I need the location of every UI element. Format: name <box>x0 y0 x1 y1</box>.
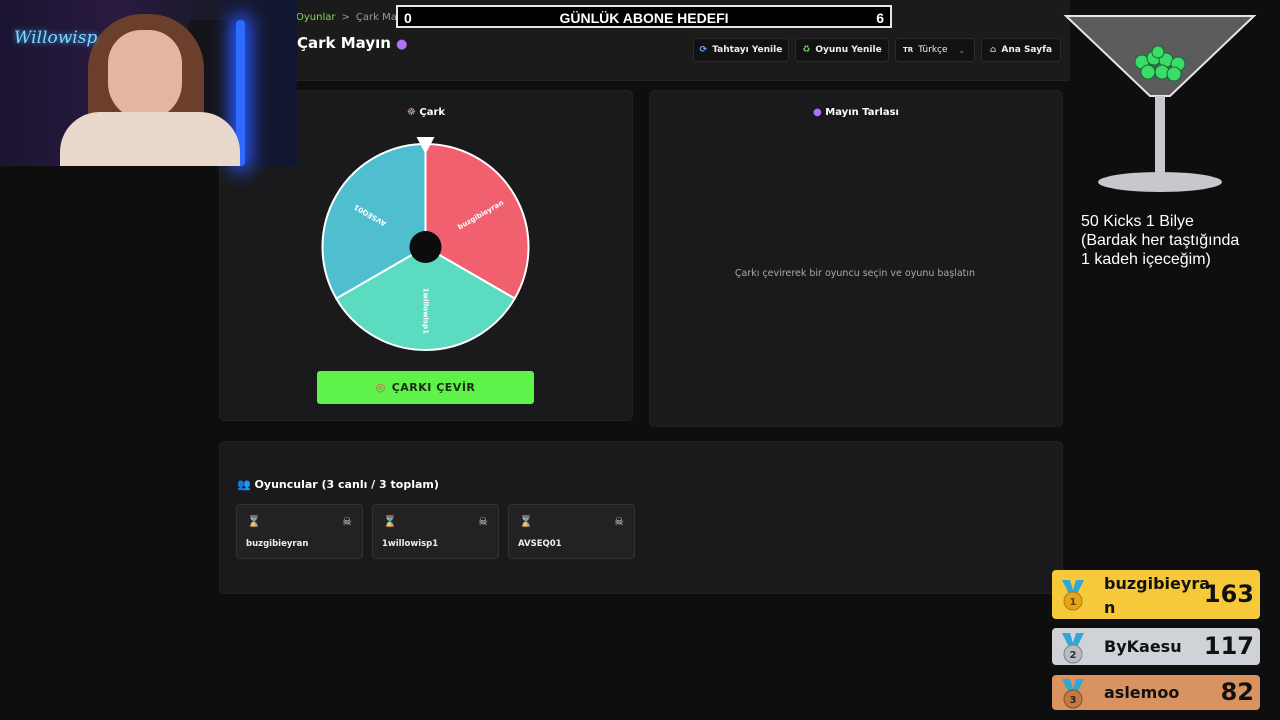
page-title-text: Çark Mayın <box>297 34 391 52</box>
refresh-board-label: Tahtayı Yenile <box>712 45 783 55</box>
recycle-icon: ♻ <box>802 45 811 55</box>
spin-wheel[interactable]: buzgibieyran1willowisp1AVSEQ01 <box>317 135 534 357</box>
hourglass-icon: ⌛ <box>519 515 533 528</box>
players-title: 👥 Oyuncular (3 canlı / 3 toplam) <box>237 478 439 491</box>
skull-icon: ☠ <box>478 515 488 528</box>
kicks-info-line: (Bardak her taştığında <box>1081 232 1240 249</box>
player-name: buzgibieyran <box>246 539 309 549</box>
home-button[interactable]: ⌂ Ana Sayfa <box>981 38 1061 62</box>
leaderboard-name: buzgibieyra n <box>1104 572 1210 620</box>
medal-rank: 1 <box>1070 597 1077 608</box>
minefield-panel-title-text: Mayın Tarlası <box>825 107 899 118</box>
skull-icon: ☠ <box>342 515 352 528</box>
refresh-icon: ⟳ <box>699 45 708 55</box>
breadcrumb-separator: > <box>341 12 350 23</box>
player-name: AVSEQ01 <box>518 539 562 549</box>
martini-glass-icon <box>1063 15 1257 192</box>
gold-medal-icon: 1 <box>1062 580 1084 611</box>
new-game-button[interactable]: ♻ Oyunu Yenile <box>795 38 889 62</box>
chevron-down-icon: ⌄ <box>958 45 965 55</box>
leaderboard-row: 3 aslemoo 82 <box>1052 675 1260 710</box>
medal-rank: 2 <box>1070 650 1077 661</box>
home-label: Ana Sayfa <box>1001 45 1053 55</box>
minefield-panel-title: ● Mayın Tarlası <box>650 107 1062 118</box>
skull-icon: ☠ <box>614 515 624 528</box>
leaderboard-name-line: n <box>1104 598 1116 617</box>
medal-rank: 3 <box>1070 695 1077 706</box>
player-card[interactable]: ⌛ ☠ buzgibieyran <box>236 504 363 559</box>
flag-tr-icon: TR <box>903 46 914 54</box>
kicks-info-line: 1 kadeh içeceğim) <box>1081 251 1211 268</box>
minefield-panel: ● Mayın Tarlası <box>649 90 1063 427</box>
home-icon: ⌂ <box>989 45 997 55</box>
hourglass-icon: ⌛ <box>247 515 261 528</box>
spin-wheel-label: ÇARKI ÇEVİR <box>391 381 476 394</box>
player-card[interactable]: ⌛ ☠ 1willowisp1 <box>372 504 499 559</box>
breadcrumb-parent[interactable]: Oyunlar <box>296 12 335 23</box>
leaderboard-name: ByKaesu <box>1104 637 1182 656</box>
target-icon: ◎ <box>375 381 386 394</box>
player-card[interactable]: ⌛ ☠ AVSEQ01 <box>508 504 635 559</box>
streamer-face <box>108 30 182 120</box>
users-icon: 👥 <box>237 478 251 491</box>
minefield-hint: Çarkı çevirerek bir oyuncu seçin ve oyun… <box>734 268 976 279</box>
neon-logo: Willowisp <box>14 28 98 48</box>
webcam-overlay: Willowisp <box>0 0 297 166</box>
kicks-info: 50 Kicks 1 Bilye (Bardak her taştığında … <box>1081 212 1271 269</box>
goal-target: 6 <box>876 10 884 26</box>
new-game-label: Oyunu Yenile <box>815 45 882 55</box>
bronze-medal-icon: 3 <box>1062 679 1084 709</box>
kicks-info-line: 50 Kicks 1 Bilye <box>1081 213 1194 230</box>
refresh-board-button[interactable]: ⟳ Tahtayı Yenile <box>693 38 789 62</box>
wheel-panel-title-text: Çark <box>419 107 446 118</box>
wheel-icon: ☸ <box>406 107 416 118</box>
player-name: 1willowisp1 <box>382 539 439 549</box>
language-value: Türkçe <box>918 45 948 55</box>
bomb-icon: ● <box>396 37 408 52</box>
leaderboard-name-line: buzgibieyra <box>1104 574 1210 593</box>
spin-wheel-button[interactable]: ◎ ÇARKI ÇEVİR <box>317 371 534 404</box>
wheel-segment-label: 1willowisp1 <box>422 288 430 334</box>
bomb-icon: ● <box>813 107 822 118</box>
page-title: Çark Mayın ● <box>297 34 408 52</box>
leaderboard-score: 117 <box>1203 632 1254 660</box>
wheel-hub <box>409 231 442 263</box>
leaderboard-row: 2 ByKaesu 117 <box>1052 628 1260 665</box>
players-title-text: Oyuncular (3 canlı / 3 toplam) <box>254 478 439 491</box>
breadcrumb: Oyunlar > Çark Mayın <box>296 12 412 23</box>
language-select[interactable]: TR Türkçe ⌄ <box>895 38 975 62</box>
leaderboard-row: 1 buzgibieyra n 163 <box>1052 570 1260 619</box>
streamer-body <box>60 112 240 166</box>
leaderboard-name: aslemoo <box>1104 683 1180 702</box>
leaderboard-score: 82 <box>1220 678 1254 706</box>
leaderboard-score: 163 <box>1203 580 1254 608</box>
subscriber-goal-bar: 0 GÜNLÜK ABONE HEDEFI 6 <box>396 5 892 28</box>
goal-title: GÜNLÜK ABONE HEDEFI <box>559 10 729 26</box>
hourglass-icon: ⌛ <box>383 515 397 528</box>
silver-medal-icon: 2 <box>1062 633 1084 664</box>
